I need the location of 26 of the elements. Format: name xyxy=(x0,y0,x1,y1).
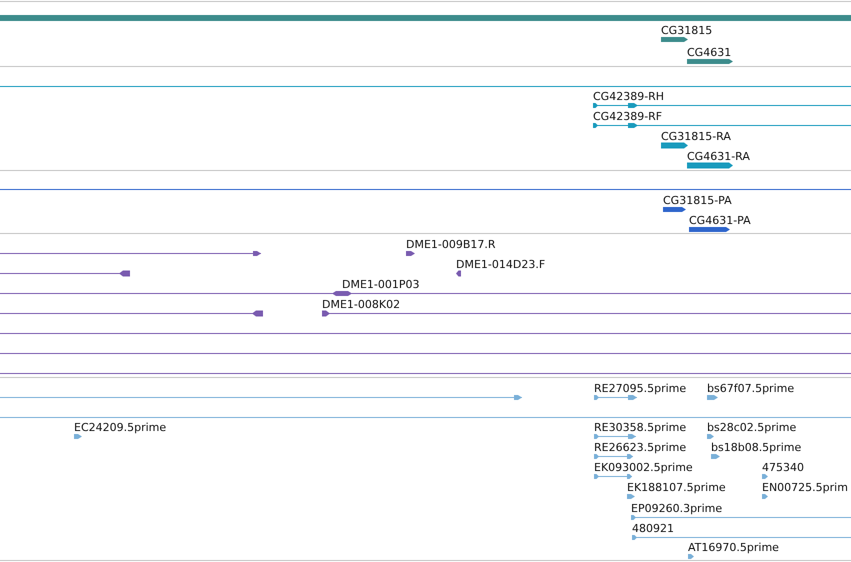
feature-label: RE30358.5prime xyxy=(594,421,686,434)
feature-label: EP09260.3prime xyxy=(631,502,722,515)
feature-label: CG31815-PA xyxy=(663,194,732,207)
feature-label: EK093002.5prime xyxy=(594,461,693,474)
feature-label: EN00725.5prim xyxy=(762,481,848,494)
feature-label: bs28c02.5prime xyxy=(707,421,796,434)
feature-label: CG4631 xyxy=(687,46,732,59)
feature-label: EC24209.5prime xyxy=(74,421,166,434)
feature-label: DME1-008K02 xyxy=(322,298,400,311)
feature-label: RE26623.5prime xyxy=(594,441,686,454)
feature-label: AT16970.5prime xyxy=(688,541,779,554)
feature-label: 480921 xyxy=(632,522,674,535)
feature-label: EK188107.5prime xyxy=(627,481,726,494)
feature-label: DME1-001P03 xyxy=(342,278,420,291)
feature-label: DME1-009B17.R xyxy=(406,238,496,251)
feature-label: CG42389-RH xyxy=(593,90,664,103)
feature-label: bs67f07.5prime xyxy=(707,382,794,395)
feature-label: CG31815 xyxy=(661,24,712,37)
feature-label: DME1-014D23.F xyxy=(456,258,546,271)
feature-label: CG4631-RA xyxy=(687,150,750,163)
feature-label: RE27095.5prime xyxy=(594,382,686,395)
feature-label: CG31815-RA xyxy=(661,130,731,143)
feature-label: bs18b08.5prime xyxy=(711,441,802,454)
feature-label: CG4631-PA xyxy=(689,214,751,227)
feature-label: 475340 xyxy=(762,461,804,474)
feature-label: CG42389-RF xyxy=(593,110,662,123)
